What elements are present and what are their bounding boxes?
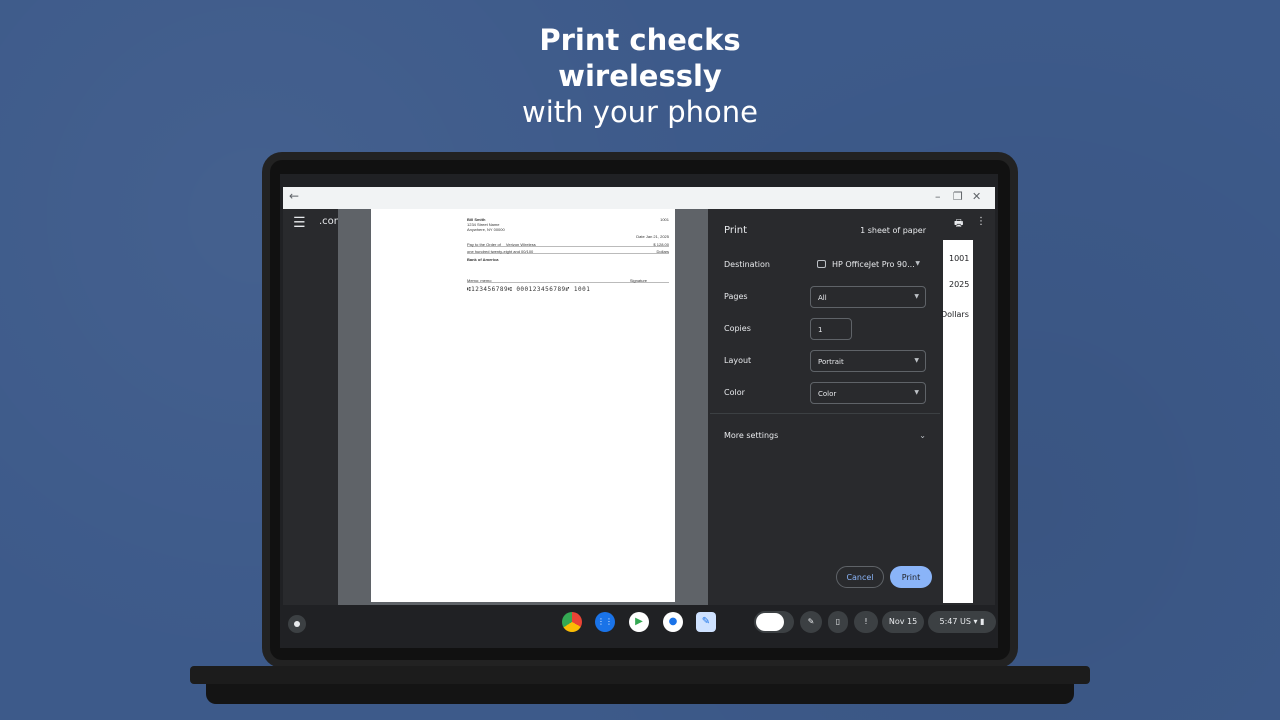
color-row: Color Color ▼ <box>724 382 926 404</box>
copies-value: 1 <box>818 326 823 334</box>
shelf-time: 5:47 <box>939 617 958 626</box>
more-settings-toggle[interactable]: More settings ⌄ <box>724 431 926 440</box>
pages-row: Pages All ▼ <box>724 286 926 308</box>
destination-label: Destination <box>724 260 770 269</box>
headline-line-1: Print checks <box>539 23 741 57</box>
background-check-page: 1001 2025 Dollars <box>941 240 973 603</box>
chrome-icon[interactable] <box>562 612 582 632</box>
check-date: Jan 21, 2025 <box>645 234 669 239</box>
check-signature-label: Signature <box>629 278 647 283</box>
layout-label: Layout <box>724 356 752 365</box>
dropdown-caret-icon: ▼ <box>914 389 919 396</box>
shelf-locale: US <box>960 617 971 626</box>
cancel-button[interactable]: Cancel <box>836 566 884 588</box>
printer-icon[interactable]: 🖶 <box>954 216 963 233</box>
apps-grid-icon[interactable]: ⋮⋮ <box>595 612 615 632</box>
dropdown-caret-icon: ▼ <box>915 260 920 267</box>
check-amount: $ 128.00 <box>653 242 669 247</box>
minimize-icon[interactable]: – <box>935 190 941 203</box>
headline: Print checks wirelessly with your phone <box>0 22 1280 130</box>
check-bank: Bank of America <box>467 257 499 262</box>
shelf: ⋮⋮ ▶ ● ✎ ✎ ▯ ! Nov 15 5:47 US ▾ ▮ <box>280 605 998 648</box>
print-button[interactable]: Print <box>890 566 932 588</box>
print-dialog: Print 1 sheet of paper Destination HP Of… <box>710 209 940 605</box>
color-select[interactable]: Color ▼ <box>810 382 926 404</box>
laptop-screen: ← – ❐ ✕ ☰ .com. 1001 2025 Dollars Bill S… <box>280 174 998 648</box>
hamburger-menu-icon[interactable]: ☰ <box>293 215 306 231</box>
shelf-date: Nov 15 <box>888 617 918 626</box>
play-store-icon[interactable]: ▶ <box>629 612 649 632</box>
back-arrow-icon[interactable]: ← <box>289 189 299 203</box>
pages-value: All <box>818 294 827 302</box>
check-micr-line: ⑆123456789⑆ 000123456789⑈ 1001 <box>467 286 591 293</box>
check-dollars-label: Dollars <box>656 249 669 254</box>
layout-select[interactable]: Portrait ▼ <box>810 350 926 372</box>
more-vert-icon[interactable]: ⋮ <box>976 216 986 227</box>
color-label: Color <box>724 388 745 397</box>
date-pill[interactable]: Nov 15 <box>882 611 924 633</box>
chevron-down-icon: ⌄ <box>919 431 926 440</box>
check-payee: Verizon Wireless <box>505 242 536 247</box>
more-settings-label: More settings <box>724 431 779 440</box>
toggle-switch[interactable] <box>754 611 794 633</box>
preview-page: Bill Smith 1001 1234 Street Name Anywher… <box>371 209 675 602</box>
dialog-divider <box>710 413 940 414</box>
close-icon[interactable]: ✕ <box>972 190 981 203</box>
headline-line-2: wirelessly <box>558 59 722 93</box>
sheet-count: 1 sheet of paper <box>860 226 926 235</box>
laptop-base <box>190 666 1090 684</box>
color-value: Color <box>818 390 837 398</box>
check-memo: Memo: memo <box>467 278 492 283</box>
laptop-base-bottom <box>206 684 1074 704</box>
pen-icon[interactable]: ✎ <box>800 611 822 633</box>
check-address-2: Anywhere, NY 00000 <box>467 227 505 232</box>
print-dialog-title: Print <box>724 225 748 236</box>
check-date-group: Date Jan 21, 2025 <box>636 234 669 239</box>
printer-icon <box>817 260 826 268</box>
copies-label: Copies <box>724 324 751 333</box>
check-document: Bill Smith 1001 1234 Street Name Anywher… <box>467 217 669 293</box>
restore-icon[interactable]: ❐ <box>953 190 963 203</box>
headline-line-3: with your phone <box>522 95 758 129</box>
destination-select[interactable]: HP OfficeJet Pro 90... ▼ <box>810 254 926 276</box>
pages-label: Pages <box>724 292 748 301</box>
copies-input[interactable]: 1 <box>810 318 852 340</box>
dropdown-caret-icon: ▼ <box>914 357 919 364</box>
background-check-year: 2025 <box>949 280 970 289</box>
background-check-dollars: Dollars <box>941 310 969 319</box>
window-title-bar: ← – ❐ ✕ <box>283 187 995 209</box>
pages-select[interactable]: All ▼ <box>810 286 926 308</box>
phone-hub-icon[interactable]: ▯ <box>828 611 848 633</box>
dropdown-caret-icon: ▼ <box>914 293 919 300</box>
status-area[interactable]: 5:47 US ▾ ▮ <box>928 611 996 633</box>
destination-row: Destination HP OfficeJet Pro 90... ▼ <box>724 254 926 276</box>
messages-icon[interactable]: ● <box>663 612 683 632</box>
copies-row: Copies 1 <box>724 318 926 340</box>
background-check-number: 1001 <box>949 254 970 263</box>
print-preview: Bill Smith 1001 1234 Street Name Anywher… <box>338 209 708 605</box>
check-app-icon[interactable]: ✎ <box>696 612 716 632</box>
destination-value: HP OfficeJet Pro 90... <box>832 260 915 269</box>
launcher-icon[interactable] <box>288 615 306 633</box>
layout-value: Portrait <box>818 358 844 366</box>
check-pay-label: Pay to the Order of <box>467 242 501 247</box>
battery-icon: ▮ <box>980 617 985 626</box>
check-date-label: Date <box>636 234 645 239</box>
wifi-icon: ▾ <box>973 617 978 626</box>
check-amount-words: one hundred twenty-eight and 00/100 <box>467 249 534 254</box>
notification-icon[interactable]: ! <box>854 611 878 633</box>
layout-row: Layout Portrait ▼ <box>724 350 926 372</box>
